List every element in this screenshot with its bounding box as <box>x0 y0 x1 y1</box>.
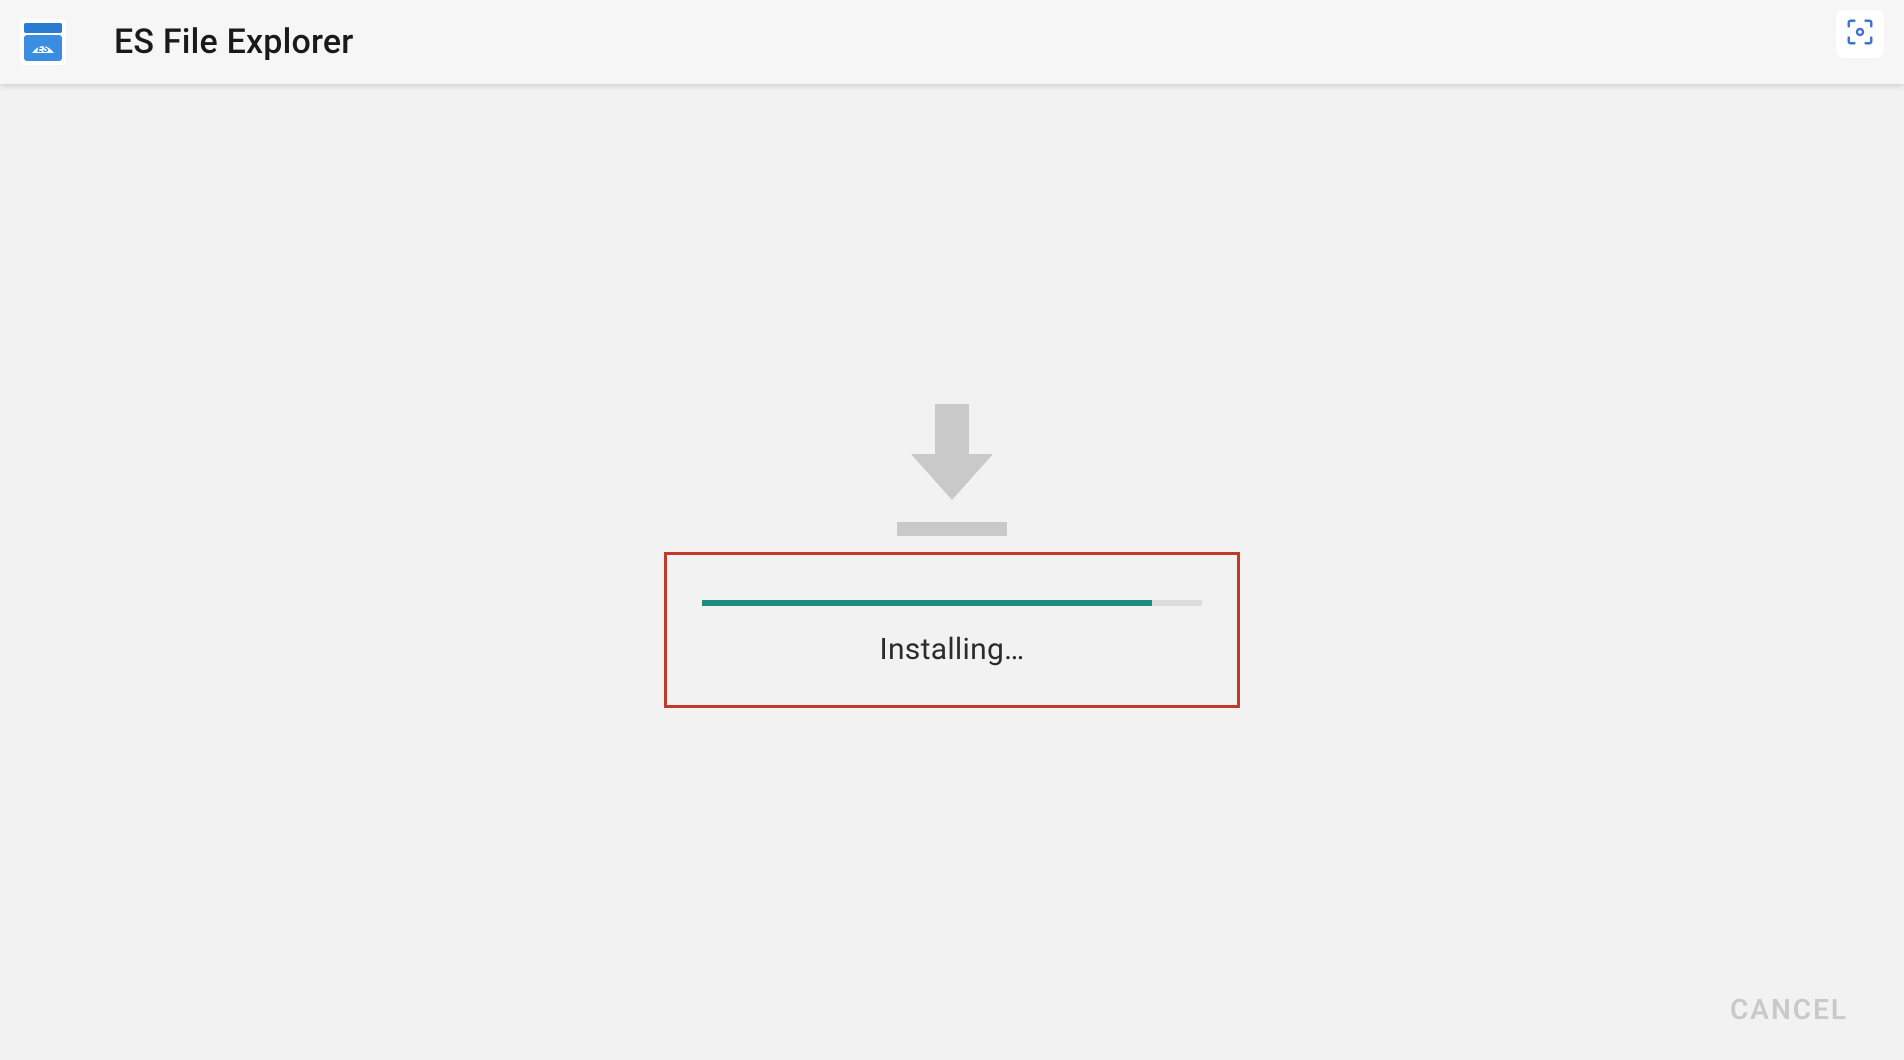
svg-text:ES: ES <box>37 44 49 55</box>
es-file-explorer-icon: ES <box>20 19 66 65</box>
install-progress-panel: Installing… <box>664 552 1240 708</box>
progress-bar <box>702 600 1202 606</box>
titlebar: ES ES File Explorer <box>0 0 1904 84</box>
screenshot-icon <box>1845 17 1875 51</box>
cancel-button[interactable]: CANCEL <box>1730 993 1848 1026</box>
download-arrow-icon <box>887 404 1017 544</box>
app-title: ES File Explorer <box>114 22 353 62</box>
install-status-text: Installing… <box>879 632 1024 667</box>
progress-fill <box>702 600 1152 606</box>
install-screen: Installing… CANCEL <box>0 84 1904 1060</box>
screenshot-button[interactable] <box>1836 10 1884 58</box>
